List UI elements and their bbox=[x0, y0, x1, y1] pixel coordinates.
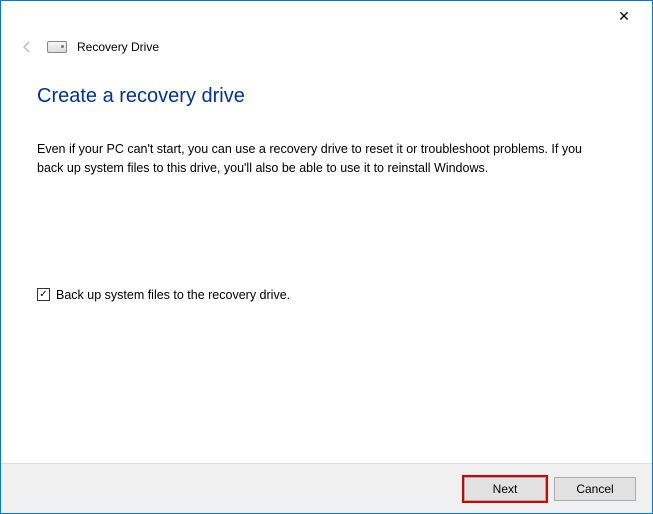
wizard-footer: Next Cancel bbox=[1, 463, 652, 513]
close-button[interactable]: ✕ bbox=[604, 1, 644, 31]
titlebar: ✕ bbox=[1, 1, 652, 31]
content-area: Create a recovery drive Even if your PC … bbox=[1, 55, 652, 302]
page-heading: Create a recovery drive bbox=[37, 85, 616, 108]
back-arrow-icon bbox=[17, 39, 37, 55]
checkmark-icon: ✓ bbox=[39, 290, 47, 300]
close-icon: ✕ bbox=[618, 8, 630, 25]
backup-checkbox-label: Back up system files to the recovery dri… bbox=[56, 288, 290, 302]
backup-checkbox-row[interactable]: ✓ Back up system files to the recovery d… bbox=[37, 288, 616, 302]
wizard-title: Recovery Drive bbox=[77, 40, 159, 54]
wizard-header: Recovery Drive bbox=[1, 31, 652, 55]
cancel-button[interactable]: Cancel bbox=[554, 477, 636, 501]
next-button[interactable]: Next bbox=[464, 477, 546, 501]
backup-checkbox[interactable]: ✓ bbox=[37, 288, 50, 301]
drive-icon bbox=[47, 41, 67, 53]
page-description: Even if your PC can't start, you can use… bbox=[37, 140, 597, 178]
